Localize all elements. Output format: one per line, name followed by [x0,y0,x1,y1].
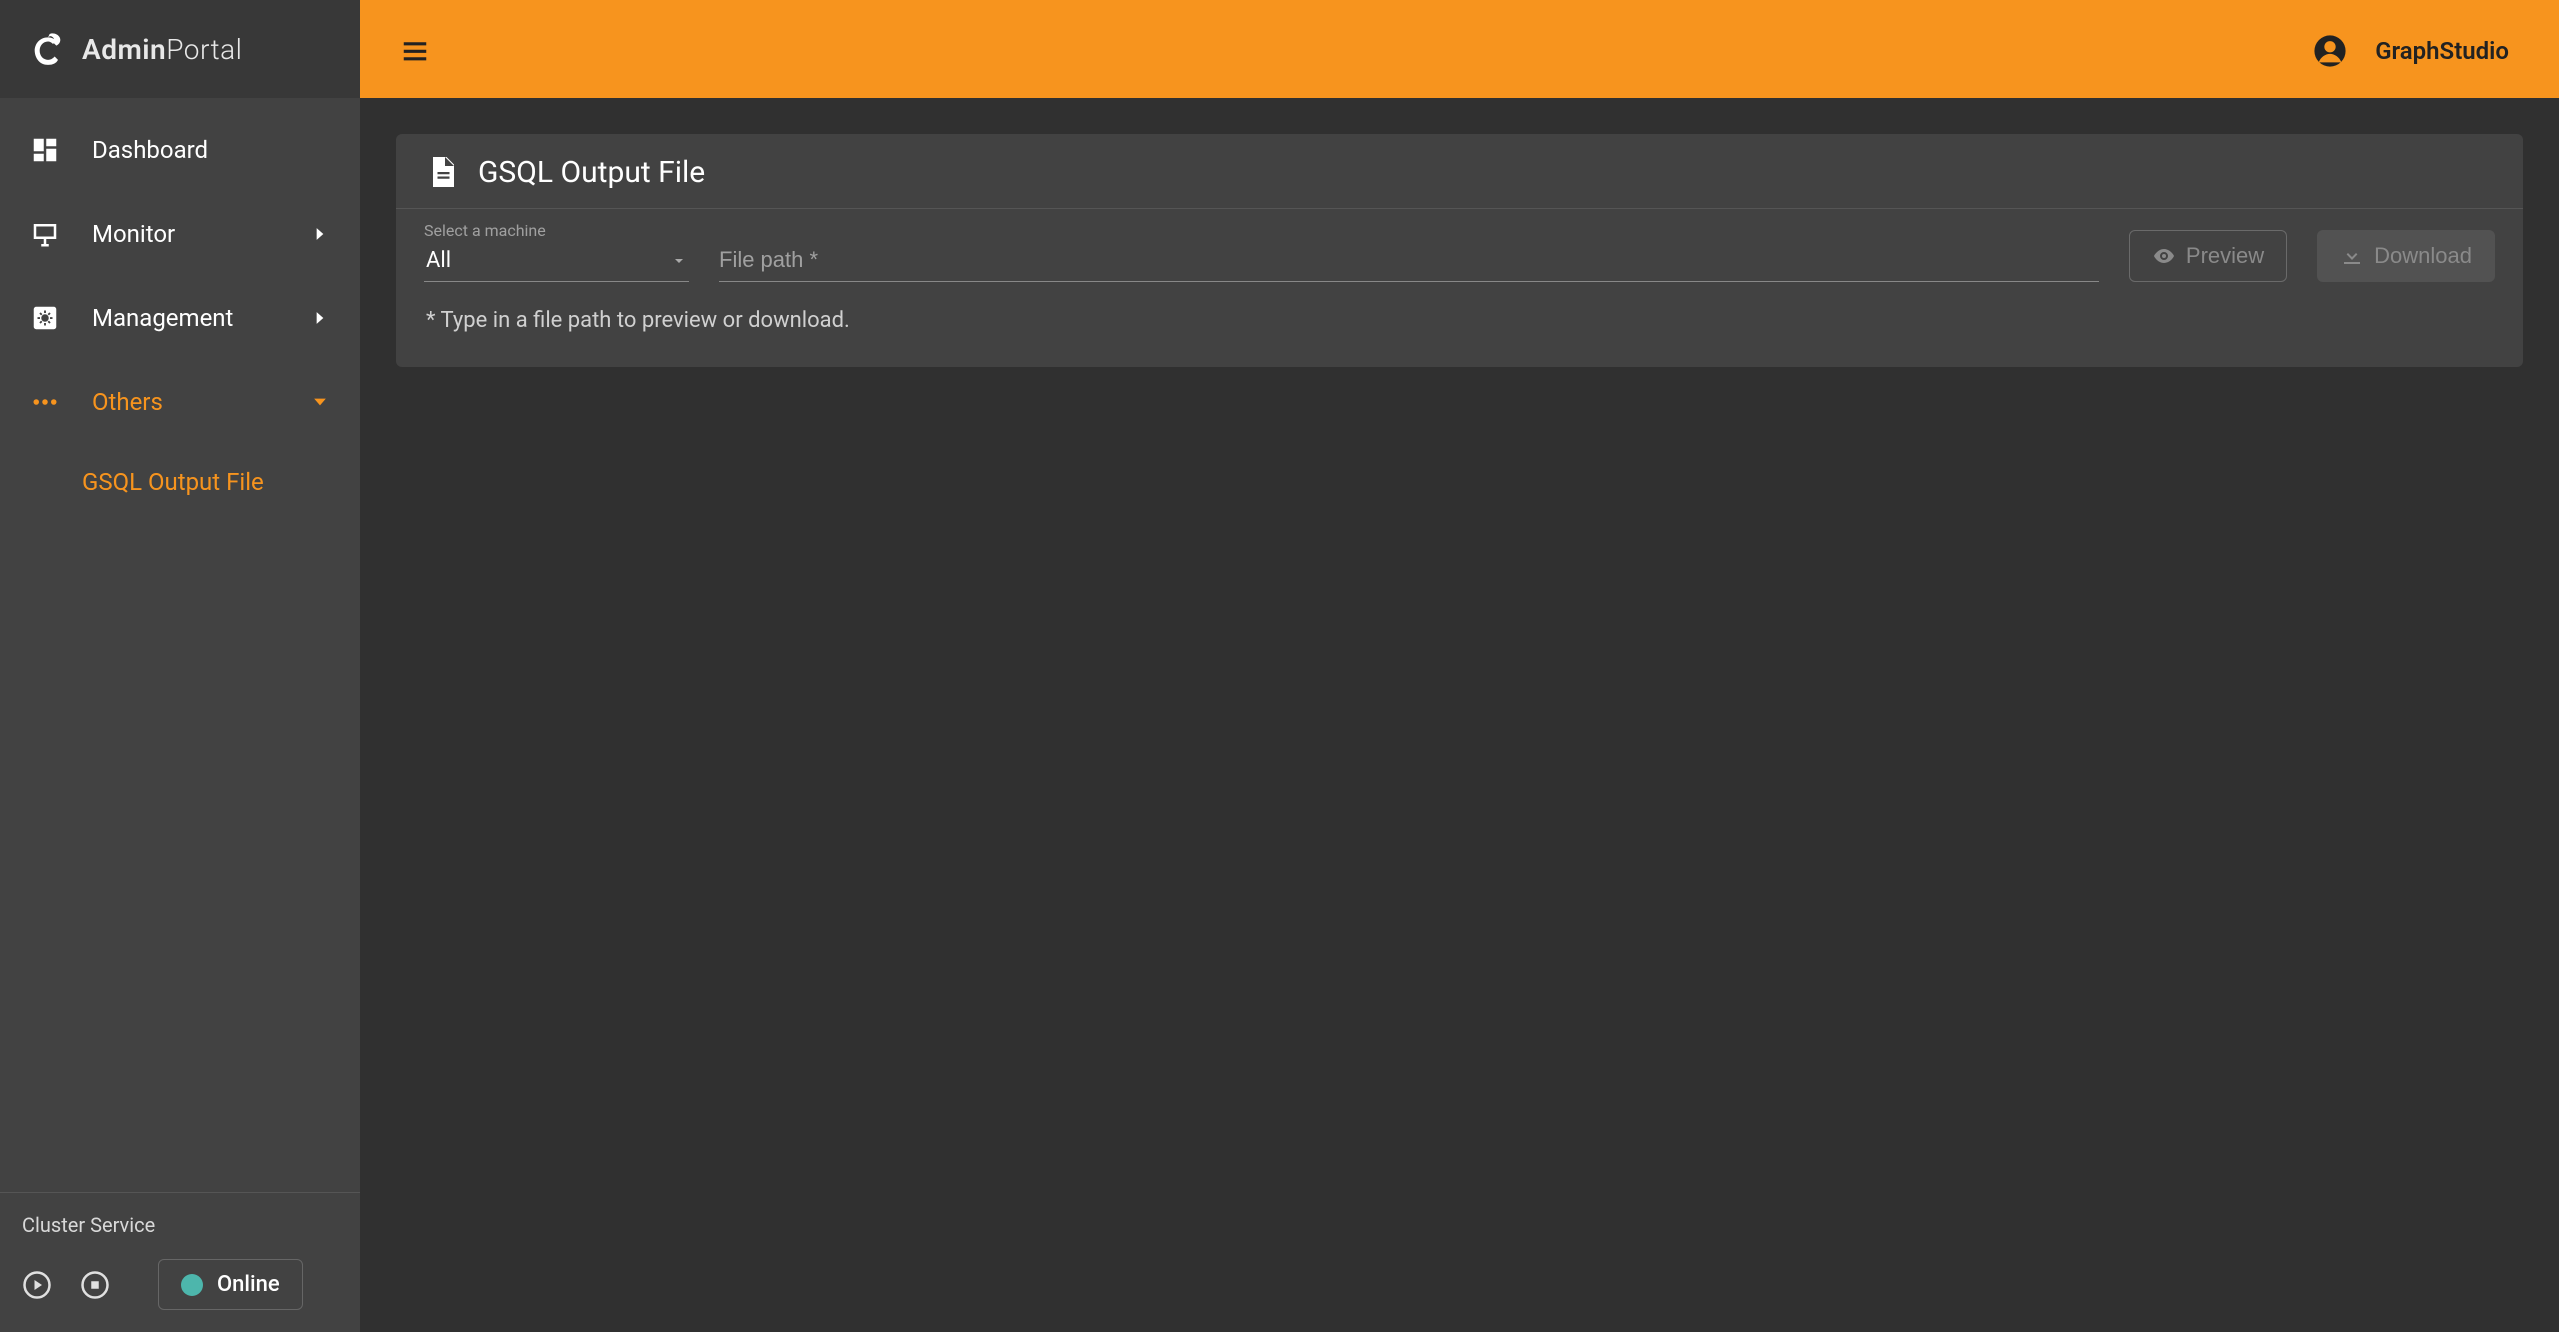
sidebar-item-label: Monitor [92,220,175,248]
eye-icon [2152,244,2176,268]
dashboard-icon [30,135,60,165]
machine-select[interactable]: All [424,246,689,282]
status-chip[interactable]: Online [158,1259,303,1310]
status-text: Online [217,1272,280,1297]
hamburger-menu-button[interactable] [400,36,430,66]
sidebar: AdminPortal Dashboard Monitor [0,0,360,1332]
settings-app-icon [30,303,60,333]
sidebar-footer: Cluster Service Online [0,1192,360,1332]
sidebar-subitem-label: GSQL Output File [82,468,264,496]
gsql-output-file-card: GSQL Output File Select a machine All [396,134,2523,367]
machine-select-label: Select a machine [424,221,689,240]
status-dot-icon [181,1274,203,1296]
cluster-service-label: Cluster Service [22,1213,338,1237]
sidebar-item-monitor[interactable]: Monitor [0,192,360,276]
monitor-icon [30,219,60,249]
brand[interactable]: AdminPortal [0,0,360,98]
page-title: GSQL Output File [478,155,705,190]
file-path-input[interactable] [719,247,2099,273]
sidebar-item-label: Others [92,388,163,416]
content: GSQL Output File Select a machine All [360,98,2559,1332]
play-button[interactable] [22,1270,52,1300]
user-name-link[interactable]: GraphStudio [2375,37,2519,65]
download-icon [2340,244,2364,268]
helper-text: * Type in a file path to preview or down… [424,282,2495,359]
download-button[interactable]: Download [2317,230,2495,282]
brand-logo-icon [28,29,68,69]
account-icon[interactable] [2313,34,2347,68]
sidebar-subitem-gsql-output-file[interactable]: GSQL Output File [0,444,360,520]
preview-button-label: Preview [2186,243,2264,269]
dropdown-arrow-icon [671,253,687,269]
file-icon [424,154,460,190]
machine-select-value: All [426,248,451,273]
card-body: Select a machine All [396,209,2523,367]
topbar: GraphStudio [360,3,2559,98]
sidebar-item-label: Management [92,304,233,332]
chevron-down-icon [310,392,330,412]
download-button-label: Download [2374,243,2472,269]
more-horizontal-icon [30,387,60,417]
sidebar-item-dashboard[interactable]: Dashboard [0,108,360,192]
main: GraphStudio GSQL Output File Select a ma… [360,0,2559,1332]
sidebar-item-others[interactable]: Others [0,360,360,444]
chevron-right-icon [310,224,330,244]
preview-button[interactable]: Preview [2129,230,2287,282]
stop-button[interactable] [80,1270,110,1300]
machine-select-group: Select a machine All [424,221,689,282]
chevron-right-icon [310,308,330,328]
sidebar-nav: Dashboard Monitor Management [0,98,360,1192]
brand-text: AdminPortal [82,33,242,66]
sidebar-item-label: Dashboard [92,136,208,164]
file-path-field [719,247,2099,282]
sidebar-item-management[interactable]: Management [0,276,360,360]
card-header: GSQL Output File [396,134,2523,209]
